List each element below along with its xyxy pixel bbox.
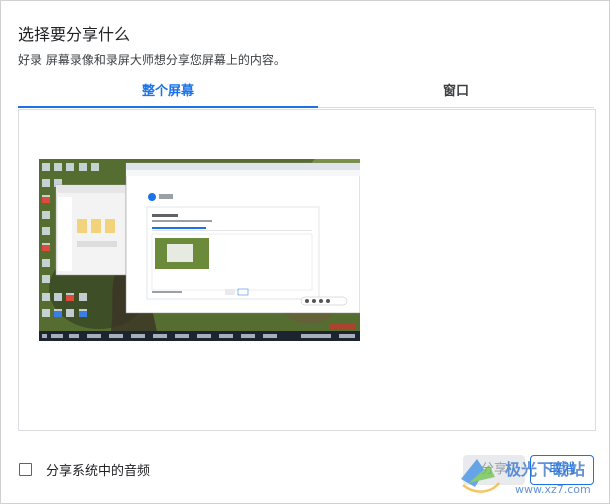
share-audio-row: 分享系统中的音频 bbox=[19, 460, 151, 479]
share-source-tabs: 整个屏幕 窗口 bbox=[18, 82, 594, 108]
entire-screen-thumbnail[interactable] bbox=[39, 159, 360, 341]
cancel-button[interactable]: 取消 bbox=[530, 455, 594, 485]
screen-preview-area bbox=[18, 109, 596, 431]
share-button[interactable]: 分享 bbox=[463, 455, 525, 485]
active-tab-indicator bbox=[18, 106, 318, 108]
share-audio-checkbox[interactable] bbox=[19, 462, 32, 476]
tab-entire-screen[interactable]: 整个屏幕 bbox=[18, 82, 318, 106]
share-screen-dialog: 选择要分享什么 好录 屏幕录像和录屏大师想分享您屏幕上的内容。 整个屏幕 窗口 bbox=[0, 0, 610, 504]
dialog-title: 选择要分享什么 bbox=[18, 25, 131, 44]
share-audio-label: 分享系统中的音频 bbox=[46, 463, 151, 479]
tab-window[interactable]: 窗口 bbox=[318, 82, 594, 106]
dialog-subtitle: 好录 屏幕录像和录屏大师想分享您屏幕上的内容。 bbox=[18, 53, 286, 67]
desktop-screenshot-thumbnail bbox=[39, 159, 360, 341]
